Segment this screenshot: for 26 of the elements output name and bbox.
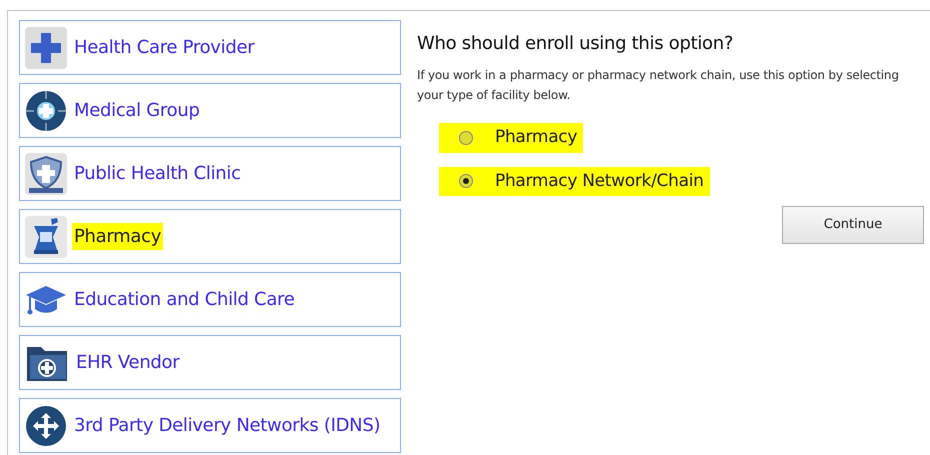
option-label: Pharmacy [72, 223, 164, 250]
mortar-pestle-icon [25, 216, 67, 258]
cross-icon [25, 26, 67, 68]
option-card[interactable]: Health Care Provider [19, 20, 401, 75]
radio-option[interactable]: Pharmacy Network/Chain [439, 166, 710, 196]
option-card[interactable]: Education and Child Care [19, 272, 401, 327]
option-label: Education and Child Care [73, 288, 296, 312]
option-label: EHR Vendor [75, 351, 181, 375]
shield-icon [25, 152, 67, 194]
section-heading: Who should enroll using this option? [417, 32, 734, 56]
option-label: Health Care Provider [73, 36, 256, 60]
option-label: Public Health Clinic [73, 162, 242, 186]
continue-button[interactable]: Continue [782, 206, 924, 244]
option-card[interactable]: Medical Group [19, 83, 401, 138]
option-card[interactable]: Pharmacy [19, 209, 401, 264]
option-card[interactable]: EHR Vendor [19, 335, 401, 390]
option-label: Medical Group [73, 99, 201, 123]
option-label: 3rd Party Delivery Networks (IDNS) [73, 414, 382, 438]
network-arrows-icon [25, 404, 67, 446]
medical-emblem-icon [25, 90, 67, 132]
radio-button[interactable] [459, 174, 473, 188]
radio-option[interactable]: Pharmacy [439, 123, 584, 152]
radio-button[interactable] [459, 130, 473, 145]
description-text: If you work in a pharmacy or pharmacy network chain, use this option by selecting your type of facility below. [417, 67, 900, 104]
option-card[interactable]: 3rd Party Delivery Networks (IDNS) [19, 398, 401, 453]
option-card[interactable]: Public Health Clinic [19, 146, 401, 201]
